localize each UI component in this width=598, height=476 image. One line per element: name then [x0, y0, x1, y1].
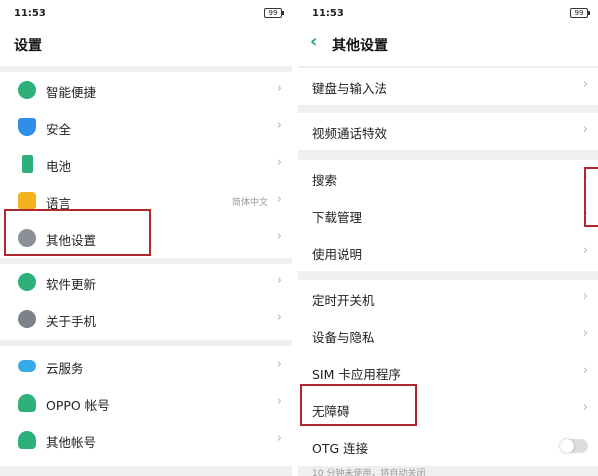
settings-item-label: SIM 卡应用程序 [312, 367, 401, 382]
settings-item-scheduled-power[interactable]: 定时开关机 › [298, 280, 598, 317]
chevron-right-icon: › [582, 289, 588, 304]
settings-group-device: 定时开关机 › 设备与隐私 › SIM 卡应用程序 › 无障碍 › OTG 连接 [298, 280, 598, 466]
battery-icon [22, 155, 33, 173]
settings-item-label: 软件更新 [46, 277, 97, 292]
settings-group-tools: 搜索 › 下载管理 › 使用说明 › [298, 160, 598, 271]
status-bar: 11:53 99 [298, 0, 598, 26]
highlight-box-partial [584, 167, 598, 227]
chevron-right-icon: › [276, 431, 282, 446]
settings-item-about-phone[interactable]: 关于手机 › [0, 301, 292, 338]
other-settings-screen: 11:53 99 ‹ 其他设置 键盘与输入法 › 视频通话特效 › 搜索 › 下… [298, 0, 598, 476]
settings-screen: 11:53 99 设置 智能便捷 › 安全 › 电池 › 语言 简体中文 › 其… [0, 0, 292, 476]
chevron-right-icon: › [276, 273, 282, 288]
back-arrow-icon[interactable]: ‹ [310, 31, 317, 52]
settings-item-label: 智能便捷 [46, 85, 97, 100]
settings-item-other-accounts[interactable]: 其他帐号 › [0, 422, 292, 459]
settings-item-label: 关于手机 [46, 314, 97, 329]
language-value: 简体中文 [231, 198, 268, 208]
settings-group-accounts: 云服务 › OPPO 帐号 › 其他帐号 › [0, 346, 292, 466]
page-title: 其他设置 [332, 38, 388, 54]
highlight-box-accessibility [300, 384, 417, 426]
battery-icon: 99 [264, 8, 284, 18]
settings-item-otg[interactable]: OTG 连接 [298, 428, 598, 465]
cloud-icon [18, 360, 36, 372]
smart-assist-icon [18, 81, 36, 99]
settings-item-label: 搜索 [312, 173, 338, 188]
settings-group-system: 软件更新 › 关于手机 › [0, 264, 292, 340]
chevron-right-icon: › [582, 77, 588, 92]
chevron-right-icon: › [276, 81, 282, 96]
settings-item-label: OTG 连接 [312, 441, 369, 456]
chevron-right-icon: › [582, 326, 588, 341]
otg-toggle[interactable] [560, 439, 588, 453]
shield-icon [18, 118, 36, 136]
battery-icon: 99 [570, 8, 590, 18]
page-header: ‹ 其他设置 [298, 26, 598, 66]
page-header: 设置 [0, 26, 292, 66]
chevron-right-icon: › [276, 310, 282, 325]
chevron-right-icon: › [276, 192, 282, 207]
update-icon [18, 273, 36, 291]
status-time: 11:53 [14, 8, 46, 19]
chevron-right-icon: › [582, 363, 588, 378]
chevron-right-icon: › [276, 357, 282, 372]
account-icon [18, 394, 36, 412]
settings-item-device-privacy[interactable]: 设备与隐私 › [298, 317, 598, 354]
settings-item-label: 安全 [46, 122, 72, 137]
settings-item-label: 使用说明 [312, 247, 363, 262]
highlight-box-other-settings [4, 209, 151, 256]
page-title: 设置 [14, 38, 42, 54]
settings-item-software-update[interactable]: 软件更新 › [0, 264, 292, 301]
settings-item-label: 键盘与输入法 [312, 81, 388, 96]
settings-item-label: OPPO 帐号 [46, 398, 110, 413]
otg-hint: 10 分钟未使用，将自动关闭 [312, 469, 426, 476]
settings-item-label: 下载管理 [312, 210, 363, 225]
chevron-right-icon: › [276, 118, 282, 133]
settings-item-oppo-account[interactable]: OPPO 帐号 › [0, 385, 292, 422]
status-time: 11:53 [312, 8, 344, 19]
chevron-right-icon: › [582, 400, 588, 415]
settings-item-battery[interactable]: 电池 › [0, 146, 292, 183]
chevron-right-icon: › [276, 155, 282, 170]
settings-item-smart-assist[interactable]: 智能便捷 › [0, 72, 292, 109]
status-bar: 11:53 99 [0, 0, 292, 26]
chevron-right-icon: › [276, 229, 282, 244]
settings-item-label: 云服务 [46, 361, 84, 376]
settings-item-user-guide[interactable]: 使用说明 › [298, 234, 598, 271]
settings-item-label: 视频通话特效 [312, 126, 388, 141]
settings-item-cloud-service[interactable]: 云服务 › [0, 348, 292, 385]
info-icon [18, 310, 36, 328]
settings-group-input: 键盘与输入法 › [298, 68, 598, 105]
chevron-right-icon: › [276, 394, 282, 409]
settings-item-video-call-effects[interactable]: 视频通话特效 › [298, 113, 598, 150]
settings-item-label: 电池 [46, 159, 72, 174]
language-icon [18, 192, 36, 210]
settings-item-security[interactable]: 安全 › [0, 109, 292, 146]
settings-item-label: 设备与隐私 [312, 330, 375, 345]
person-icon [18, 431, 36, 449]
settings-item-label: 其他帐号 [46, 435, 97, 450]
settings-item-label: 定时开关机 [312, 293, 375, 308]
chevron-right-icon: › [582, 243, 588, 258]
settings-group-video: 视频通话特效 › [298, 113, 598, 150]
settings-item-search[interactable]: 搜索 › [298, 160, 598, 197]
settings-item-keyboard-input[interactable]: 键盘与输入法 › [298, 68, 598, 105]
settings-item-download-manager[interactable]: 下载管理 › [298, 197, 598, 234]
chevron-right-icon: › [582, 122, 588, 137]
